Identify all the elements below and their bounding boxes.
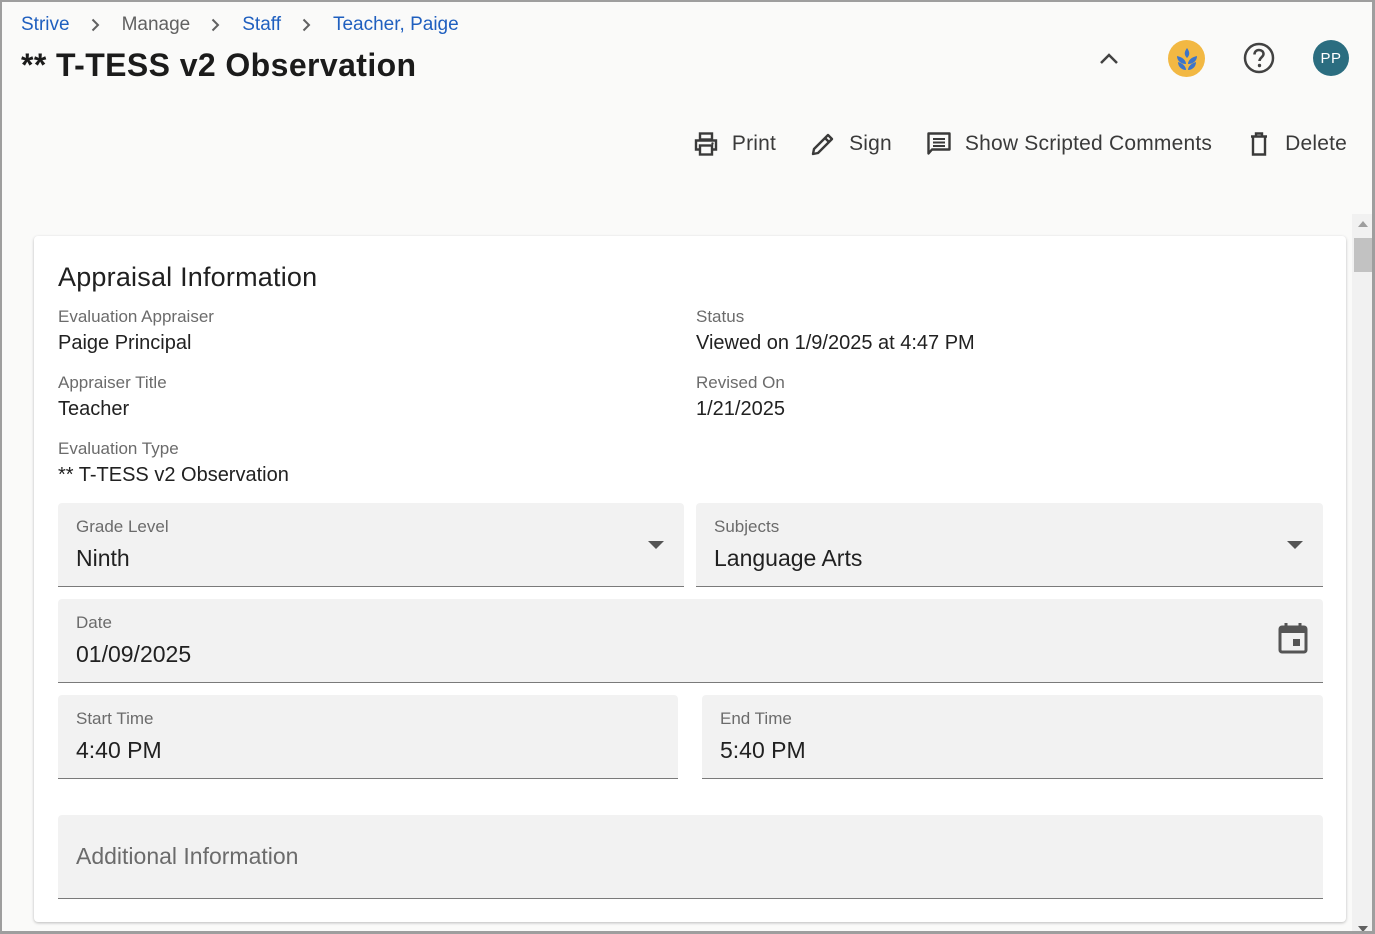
appraiser-title-label: Appraiser Title bbox=[58, 373, 167, 392]
trash-icon bbox=[1245, 130, 1273, 158]
print-label: Print bbox=[731, 132, 777, 155]
date-input[interactable]: Date 01/09/2025 bbox=[58, 599, 1323, 683]
grade-level-label: Grade Level bbox=[76, 517, 169, 536]
breadcrumb-strive[interactable]: Strive bbox=[21, 14, 70, 36]
printer-icon bbox=[692, 130, 720, 158]
subjects-value: Language Arts bbox=[714, 545, 863, 571]
dropdown-arrow-icon bbox=[648, 541, 664, 549]
avatar[interactable]: PP bbox=[1313, 40, 1349, 76]
sign-button[interactable]: Sign bbox=[809, 130, 892, 158]
chevron-right-icon bbox=[211, 18, 220, 32]
avatar-initials: PP bbox=[1320, 49, 1342, 67]
additional-information-placeholder: Additional Information bbox=[76, 843, 299, 869]
chevron-right-icon bbox=[302, 18, 311, 32]
start-time-input[interactable]: Start Time 4:40 PM bbox=[58, 695, 678, 779]
vertical-scrollbar[interactable] bbox=[1352, 214, 1372, 931]
delete-button[interactable]: Delete bbox=[1245, 130, 1347, 158]
wheat-icon bbox=[1176, 47, 1197, 70]
additional-information-textarea[interactable]: Additional Information bbox=[58, 815, 1323, 899]
show-scripted-comments-button[interactable]: Show Scripted Comments bbox=[925, 130, 1212, 158]
end-time-input[interactable]: End Time 5:40 PM bbox=[702, 695, 1323, 779]
grade-level-select[interactable]: Grade Level Ninth bbox=[58, 503, 684, 587]
breadcrumb-teacher[interactable]: Teacher, Paige bbox=[333, 14, 459, 36]
scroll-up-arrow-icon[interactable] bbox=[1352, 214, 1372, 234]
status-value: Viewed on 1/9/2025 at 4:47 PM bbox=[696, 332, 975, 354]
date-label: Date bbox=[76, 613, 112, 632]
date-value: 01/09/2025 bbox=[76, 641, 192, 667]
delete-label: Delete bbox=[1285, 132, 1347, 155]
breadcrumb-manage: Manage bbox=[121, 14, 191, 35]
evaluation-appraiser-label: Evaluation Appraiser bbox=[58, 307, 214, 326]
sign-label: Sign bbox=[849, 132, 892, 155]
status-label: Status bbox=[696, 307, 745, 326]
revised-on-value: 1/21/2025 bbox=[696, 398, 785, 420]
app-logo[interactable] bbox=[1168, 40, 1205, 77]
revised-on-label: Revised On bbox=[696, 373, 785, 392]
chevron-up-icon bbox=[1100, 53, 1118, 64]
end-time-label: End Time bbox=[720, 709, 792, 728]
subjects-select[interactable]: Subjects Language Arts bbox=[696, 503, 1323, 587]
pencil-icon bbox=[809, 130, 837, 158]
action-toolbar: Print Sign Show Scripted Comments Delete bbox=[692, 128, 1347, 160]
evaluation-appraiser-value: Paige Principal bbox=[58, 332, 192, 354]
start-time-label: Start Time bbox=[76, 709, 154, 728]
help-icon bbox=[1243, 42, 1275, 74]
page-title: ** T-TESS v2 Observation bbox=[21, 47, 417, 83]
evaluation-type-label: Evaluation Type bbox=[58, 439, 179, 458]
print-button[interactable]: Print bbox=[692, 130, 776, 158]
appraisal-information-card: Appraisal Information Evaluation Apprais… bbox=[34, 236, 1346, 922]
dropdown-arrow-icon bbox=[1287, 541, 1303, 549]
help-button[interactable] bbox=[1241, 40, 1277, 76]
chevron-right-icon bbox=[91, 18, 100, 32]
scroll-thumb[interactable] bbox=[1354, 238, 1372, 272]
evaluation-type-value: ** T-TESS v2 Observation bbox=[58, 464, 289, 486]
start-time-value: 4:40 PM bbox=[76, 737, 162, 763]
grade-level-value: Ninth bbox=[76, 545, 130, 571]
show-scripted-comments-label: Show Scripted Comments bbox=[964, 132, 1213, 155]
comment-icon bbox=[925, 130, 953, 158]
calendar-icon[interactable] bbox=[1277, 621, 1309, 655]
subjects-label: Subjects bbox=[714, 517, 780, 536]
app-window: Strive Manage Staff Teacher, Paige ** T-… bbox=[0, 0, 1375, 934]
breadcrumb-staff[interactable]: Staff bbox=[242, 14, 281, 36]
end-time-value: 5:40 PM bbox=[720, 737, 806, 763]
card-title: Appraisal Information bbox=[58, 262, 318, 292]
breadcrumb: Strive Manage Staff Teacher, Paige bbox=[21, 13, 459, 37]
appraiser-title-value: Teacher bbox=[58, 398, 130, 420]
collapse-button[interactable] bbox=[1094, 44, 1124, 74]
scroll-down-arrow-icon[interactable] bbox=[1352, 922, 1372, 931]
